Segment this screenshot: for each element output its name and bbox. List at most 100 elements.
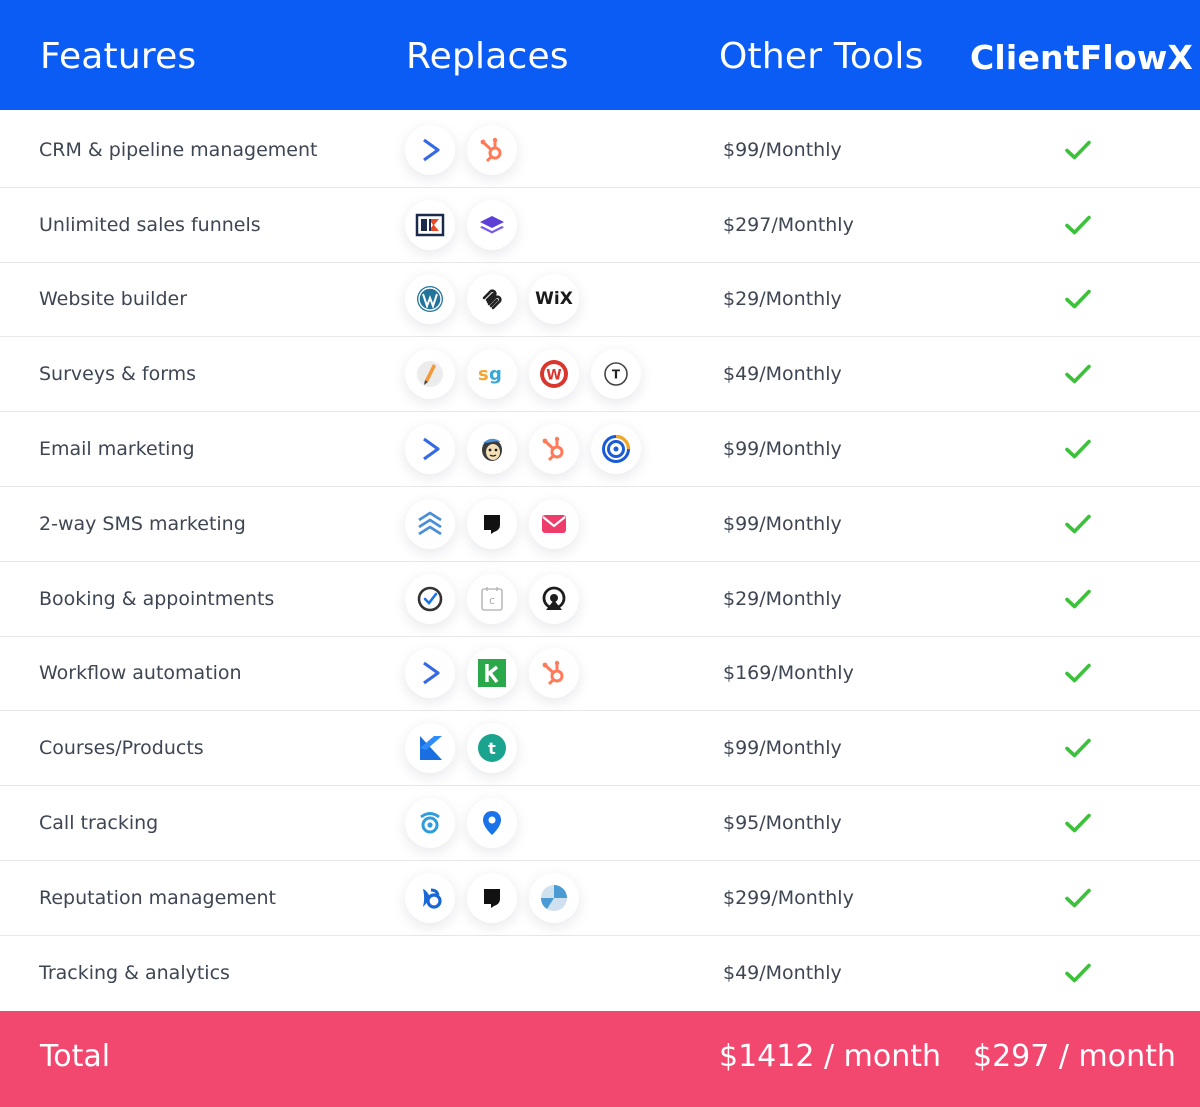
- activecampaign-icon: [405, 424, 455, 475]
- layers-icon: [467, 199, 517, 250]
- typeform-icon: T: [591, 349, 641, 400]
- other-tools-price: $99/Monthly: [723, 438, 842, 461]
- check-icon: [1064, 962, 1092, 984]
- activecampaign-icon: [405, 124, 455, 175]
- check-icon: [1064, 513, 1092, 535]
- svg-text:g: g: [489, 364, 502, 385]
- header-features: Features: [40, 36, 197, 77]
- activecampaign-icon: [405, 648, 455, 699]
- mailchimp-icon: [467, 424, 517, 475]
- comparison-table-body: CRM & pipeline management $99/Monthly Unli…: [0, 113, 1200, 1011]
- table-row: Email marketing $99/Monthly: [0, 412, 1200, 487]
- kajabi-icon: [405, 723, 455, 774]
- svg-text:W: W: [546, 368, 561, 384]
- surveygizmo-icon: sg: [467, 349, 517, 400]
- wix-icon: WiX: [529, 274, 579, 325]
- header-replaces: Replaces: [406, 36, 569, 77]
- other-tools-price: $99/Monthly: [723, 737, 842, 760]
- feature-label: Call tracking: [39, 812, 159, 835]
- feature-label: 2-way SMS marketing: [39, 512, 246, 535]
- table-row: Website builder WiX $29/Monthly: [0, 263, 1200, 338]
- pie-icon: [529, 872, 579, 923]
- other-tools-price: $299/Monthly: [723, 886, 854, 909]
- table-row: Reputation management $299/Monthly: [0, 861, 1200, 936]
- feature-label: Reputation management: [39, 886, 276, 909]
- teachable-icon: t: [467, 723, 517, 774]
- check-icon: [1064, 737, 1092, 759]
- replaced-tools: C: [405, 573, 579, 624]
- hubspot-icon: [467, 124, 517, 175]
- pencil-icon: [405, 349, 455, 400]
- feature-label: Courses/Products: [39, 737, 204, 760]
- replaced-tools: [405, 872, 579, 923]
- table-row: Surveys & forms s g W T $49/Monthly: [0, 337, 1200, 413]
- feature-label: Email marketing: [39, 438, 195, 461]
- footer-other-total: $1412 / month: [719, 1039, 941, 1074]
- location-pin-icon: [467, 798, 517, 849]
- footer-brand-total: $297 / month: [973, 1039, 1176, 1074]
- feature-label: Unlimited sales funnels: [39, 213, 261, 236]
- svg-text:s: s: [478, 364, 489, 385]
- header-brand: ClientFlowX: [970, 38, 1194, 77]
- acuity-icon: [529, 573, 579, 624]
- replaced-tools: t: [405, 723, 517, 774]
- replaced-tools: [405, 199, 517, 250]
- replaced-tools: [405, 498, 579, 549]
- other-tools-price: $29/Monthly: [723, 288, 842, 311]
- replaced-tools: [405, 424, 641, 475]
- other-tools-price: $99/Monthly: [723, 512, 842, 535]
- hubspot-icon: [529, 648, 579, 699]
- table-row: Unlimited sales funnels $297/Monthly: [0, 188, 1200, 263]
- table-footer: Total $1412 / month $297 / month: [0, 1011, 1200, 1107]
- feature-label: Website builder: [39, 288, 188, 311]
- table-row: CRM & pipeline management $99/Monthly: [0, 113, 1200, 188]
- squarespace-icon: [467, 274, 517, 325]
- replaced-tools: WiX: [405, 274, 579, 325]
- other-tools-price: $95/Monthly: [723, 812, 842, 835]
- check-icon: [1064, 139, 1092, 161]
- header-other-tools: Other Tools: [719, 36, 924, 77]
- clock-check-icon: [405, 573, 455, 624]
- check-icon: [1064, 588, 1092, 610]
- other-tools-price: $297/Monthly: [723, 213, 854, 236]
- replaced-tools: sg W T: [405, 349, 641, 400]
- table-row: Call tracking $95/Monthly: [0, 786, 1200, 861]
- check-icon: [1064, 887, 1092, 909]
- replaced-tools: [405, 648, 579, 699]
- feature-label: Tracking & analytics: [39, 962, 230, 985]
- check-icon: [1064, 812, 1092, 834]
- svg-text:C: C: [489, 597, 495, 606]
- other-tools-price: $169/Monthly: [723, 662, 854, 685]
- wix-logo-text: WiX: [535, 289, 573, 310]
- other-tools-price: $49/Monthly: [723, 962, 842, 985]
- table-row: Booking & appointments C $29/Monthly: [0, 562, 1200, 637]
- constant-contact-icon: [591, 424, 641, 475]
- table-row: Workflow automation $169/Monthly: [0, 637, 1200, 712]
- podium-icon: [467, 498, 517, 549]
- feature-label: CRM & pipeline management: [39, 138, 318, 161]
- other-tools-price: $49/Monthly: [723, 363, 842, 386]
- keap-icon: [467, 648, 517, 699]
- svg-text:T: T: [612, 368, 621, 382]
- chevrons-up-icon: [405, 498, 455, 549]
- replaced-tools: [405, 124, 517, 175]
- check-icon: [1064, 662, 1092, 684]
- table-header: Features Replaces Other Tools ClientFlow…: [0, 0, 1200, 110]
- calendar-icon: C: [467, 573, 517, 624]
- check-icon: [1064, 214, 1092, 236]
- table-row: Tracking & analytics $49/Monthly: [0, 936, 1200, 1011]
- wufoo-icon: W: [529, 349, 579, 400]
- feature-label: Booking & appointments: [39, 587, 275, 610]
- envelope-icon: [529, 498, 579, 549]
- wordpress-icon: [405, 274, 455, 325]
- table-row: Courses/Products t $99/Monthly: [0, 711, 1200, 787]
- svg-text:t: t: [488, 739, 496, 758]
- callrail-icon: [405, 798, 455, 849]
- feature-label: Workflow automation: [39, 662, 242, 685]
- other-tools-price: $99/Monthly: [723, 138, 842, 161]
- hubspot-icon: [529, 424, 579, 475]
- feature-label: Surveys & forms: [39, 363, 197, 386]
- check-icon: [1064, 363, 1092, 385]
- check-icon: [1064, 438, 1092, 460]
- podium-icon: [467, 872, 517, 923]
